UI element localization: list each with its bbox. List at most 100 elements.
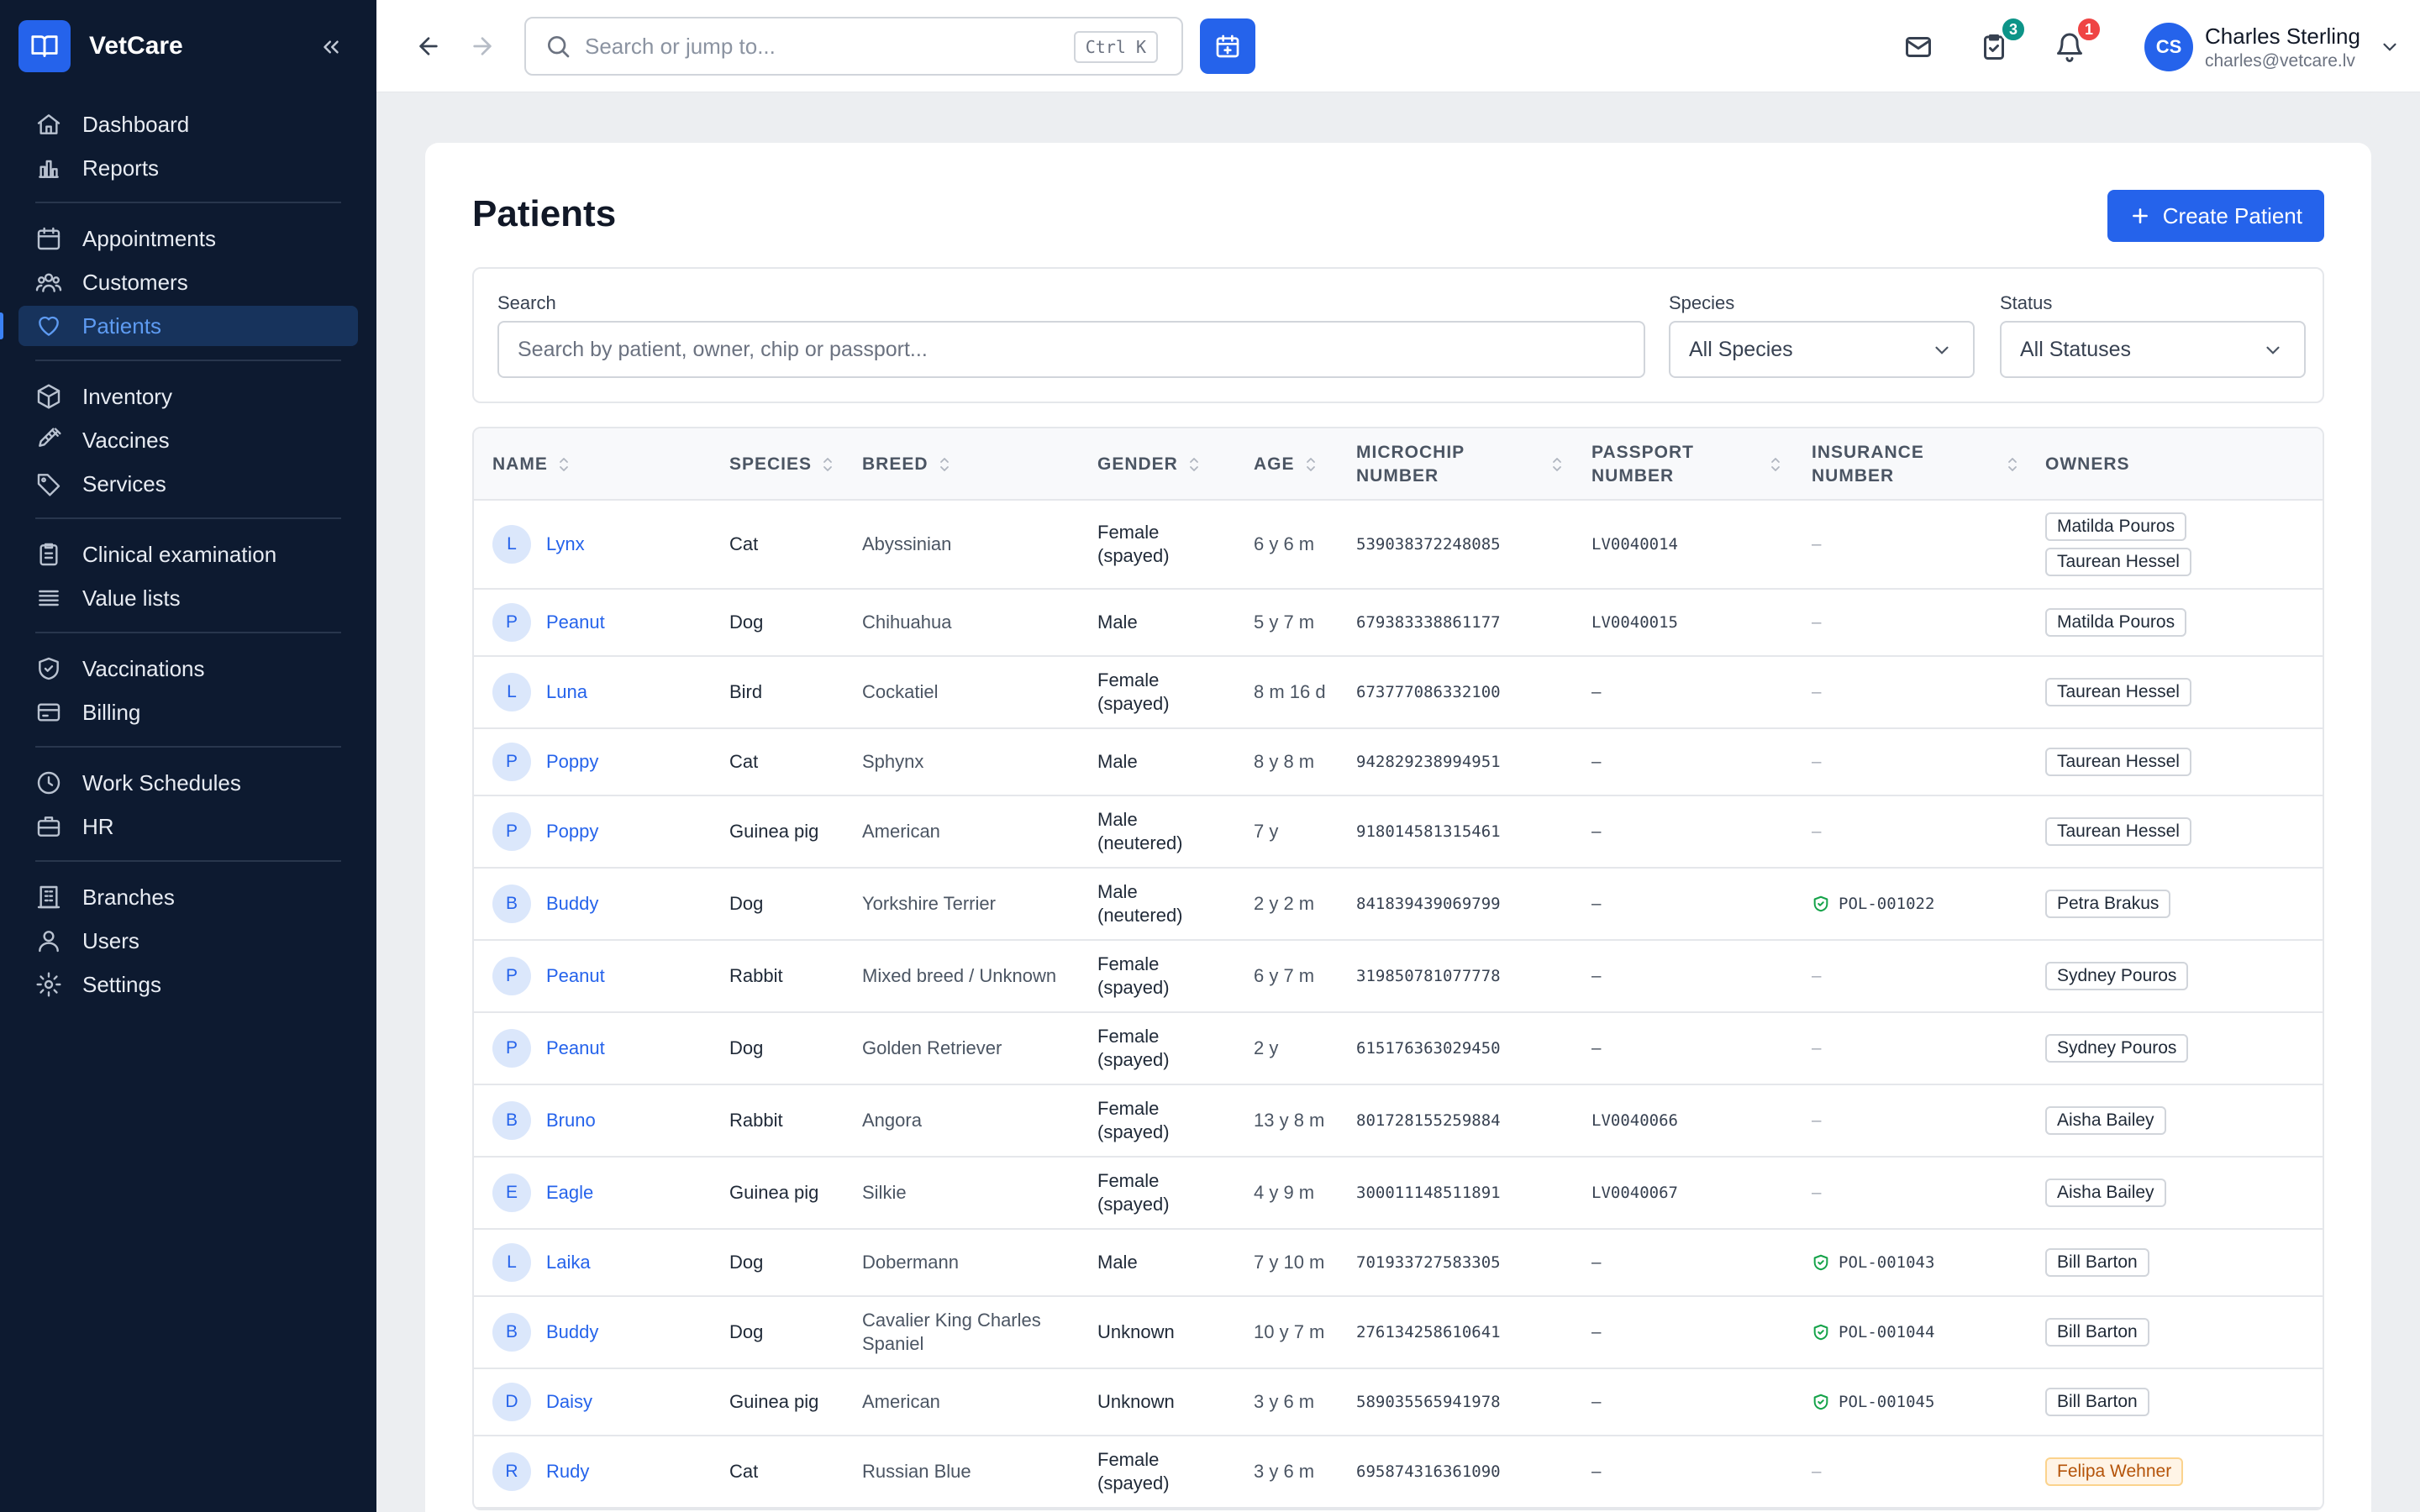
gender-cell: Male bbox=[1097, 751, 1138, 772]
species-cell: Dog bbox=[729, 612, 764, 633]
patient-name-link[interactable]: Bruno bbox=[546, 1109, 596, 1132]
tasks-button[interactable]: 3 bbox=[1975, 16, 2027, 66]
owner-chip[interactable]: Taurean Hessel bbox=[2045, 817, 2191, 846]
table-row[interactable]: P Poppy Cat Sphynx Male 8 y 8 m 94282923899495… bbox=[474, 729, 2323, 796]
filters-panel: Search Search by patient, owner, chip or… bbox=[472, 267, 2324, 403]
owner-chip[interactable]: Bill Barton bbox=[2045, 1388, 2149, 1416]
species-select[interactable]: All Species bbox=[1669, 321, 1975, 378]
plus-icon bbox=[2132, 208, 2148, 223]
patient-name-link[interactable]: Poppy bbox=[546, 750, 598, 774]
patient-search-input[interactable]: Search by patient, owner, chip or passpo… bbox=[497, 321, 1645, 378]
collapse-sidebar-button[interactable] bbox=[313, 29, 350, 66]
column-header-gender[interactable]: GENDER bbox=[1097, 428, 1249, 501]
table-row[interactable]: B Bruno Rabbit Angora Female (spayed) 13 y 8 … bbox=[474, 1085, 2323, 1158]
owners-cell: Bill Barton bbox=[2045, 1297, 2314, 1368]
patient-name-link[interactable]: Rudy bbox=[546, 1460, 589, 1483]
insurance-cell: — bbox=[1812, 796, 2030, 867]
user-menu[interactable]: CS Charles Sterling charles@vetcare.lv bbox=[2144, 22, 2401, 72]
patient-avatar: R bbox=[492, 1452, 531, 1491]
column-header-label: MICROCHIP NUMBER bbox=[1356, 443, 1465, 486]
owner-chip[interactable]: Taurean Hessel bbox=[2045, 748, 2191, 776]
table-row[interactable]: L Lynx Cat Abyssinian Female (spayed) 6 y 6 m… bbox=[474, 501, 2323, 590]
patient-name-link[interactable]: Lynx bbox=[546, 533, 585, 556]
patient-name-link[interactable]: Daisy bbox=[546, 1390, 592, 1414]
table-row[interactable]: P Peanut Dog Golden Retriever Female (spayed… bbox=[474, 1013, 2323, 1085]
sidebar-item-inventory[interactable]: Inventory bbox=[18, 376, 358, 417]
forward-button[interactable] bbox=[464, 28, 501, 65]
column-header-insurance[interactable]: INSURANCE NUMBER bbox=[1812, 428, 2030, 501]
sidebar-item-users[interactable]: Users bbox=[18, 921, 358, 961]
column-header-age[interactable]: AGE bbox=[1254, 428, 1355, 501]
notifications-button[interactable]: 1 bbox=[2050, 16, 2102, 66]
sidebar-item-billing[interactable]: Billing bbox=[18, 692, 358, 732]
patient-name-link[interactable]: Buddy bbox=[546, 892, 598, 916]
age-cell: 10 y 7 m bbox=[1254, 1321, 1325, 1342]
table-row[interactable]: E Eagle Guinea pig Silkie Female (spayed) 4 y… bbox=[474, 1158, 2323, 1230]
patient-name-link[interactable]: Buddy bbox=[546, 1320, 598, 1344]
insurance-cell: POL-001022 bbox=[1812, 869, 2030, 939]
sidebar-item-branches[interactable]: Branches bbox=[18, 877, 358, 917]
owner-chip[interactable]: Taurean Hessel bbox=[2045, 548, 2191, 576]
table-row[interactable]: L Laika Dog Dobermann Male 7 y 10 m 7019337275… bbox=[474, 1230, 2323, 1297]
owner-chip[interactable]: Matilda Pouros bbox=[2045, 512, 2187, 541]
sidebar-item-work-schedules[interactable]: Work Schedules bbox=[18, 763, 358, 803]
owner-chip[interactable]: Bill Barton bbox=[2045, 1318, 2149, 1347]
sort-icon bbox=[1553, 458, 1561, 471]
owner-chip[interactable]: Sydney Pouros bbox=[2045, 1034, 2189, 1063]
owner-chip[interactable]: Bill Barton bbox=[2045, 1248, 2149, 1277]
table-row[interactable]: P Peanut Dog Chihuahua Male 5 y 7 m 6793833388… bbox=[474, 590, 2323, 657]
sidebar-item-reports[interactable]: Reports bbox=[18, 148, 358, 188]
brand[interactable]: VetCare bbox=[18, 20, 183, 72]
sidebar-item-appointments[interactable]: Appointments bbox=[18, 218, 358, 259]
back-button[interactable] bbox=[410, 28, 447, 65]
sidebar: VetCare Dashboard Reports Appointments Cust… bbox=[0, 0, 376, 1512]
sidebar-item-services[interactable]: Services bbox=[18, 464, 358, 504]
table-row[interactable]: L Luna Bird Cockatiel Female (spayed) 8 m 16 … bbox=[474, 657, 2323, 729]
patient-name-link[interactable]: Peanut bbox=[546, 1037, 605, 1060]
create-patient-button[interactable]: Create Patient bbox=[2107, 190, 2324, 242]
calendar-button[interactable] bbox=[1200, 18, 1255, 74]
owner-chip[interactable]: Taurean Hessel bbox=[2045, 678, 2191, 706]
owner-chip[interactable]: Aisha Bailey bbox=[2045, 1179, 2166, 1207]
create-patient-label: Create Patient bbox=[2162, 202, 2302, 228]
column-header-name[interactable]: NAME bbox=[492, 428, 719, 501]
table-row[interactable]: B Buddy Dog Cavalier King Charles Spaniel Un… bbox=[474, 1297, 2323, 1369]
sidebar-item-dashboard[interactable]: Dashboard bbox=[18, 104, 358, 144]
owner-chip[interactable]: Petra Brakus bbox=[2045, 890, 2171, 918]
patient-name-link[interactable]: Poppy bbox=[546, 820, 598, 843]
sidebar-item-vaccinations[interactable]: Vaccinations bbox=[18, 648, 358, 689]
owner-chip[interactable]: Felipa Wehner bbox=[2045, 1457, 2184, 1486]
column-header-species[interactable]: SPECIES bbox=[729, 428, 855, 501]
sidebar-item-value-lists[interactable]: Value lists bbox=[18, 578, 358, 618]
sidebar-item-clinical-examination[interactable]: Clinical examination bbox=[18, 534, 358, 575]
owner-chip[interactable]: Sydney Pouros bbox=[2045, 962, 2189, 990]
table-row[interactable]: D Daisy Guinea pig American Unknown 3 y 6 m 58… bbox=[474, 1369, 2323, 1436]
patient-name-link[interactable]: Peanut bbox=[546, 611, 605, 634]
patient-name-link[interactable]: Laika bbox=[546, 1251, 591, 1274]
sidebar-item-vaccines[interactable]: Vaccines bbox=[18, 420, 358, 460]
owner-chip[interactable]: Aisha Bailey bbox=[2045, 1106, 2166, 1135]
table-row[interactable]: R Rudy Cat Russian Blue Female (spayed) 3 y 6… bbox=[474, 1436, 2323, 1509]
passport-cell: – bbox=[1591, 1393, 1602, 1411]
patient-name-link[interactable]: Luna bbox=[546, 680, 587, 704]
column-header-passport[interactable]: PASSPORT NUMBER bbox=[1591, 428, 1793, 501]
insurance-value: — bbox=[1812, 1184, 1822, 1202]
gender-cell: Female (spayed) bbox=[1097, 953, 1170, 998]
patients-card: Patients Create Patient Search Search by… bbox=[425, 143, 2371, 1512]
age-cell: 7 y 10 m bbox=[1254, 1252, 1325, 1273]
patient-name-link[interactable]: Peanut bbox=[546, 964, 605, 988]
patient-name-link[interactable]: Eagle bbox=[546, 1181, 593, 1205]
status-select[interactable]: All Statuses bbox=[2000, 321, 2306, 378]
sidebar-item-customers[interactable]: Customers bbox=[18, 262, 358, 302]
table-row[interactable]: P Peanut Rabbit Mixed breed / Unknown Female… bbox=[474, 941, 2323, 1013]
column-header-breed[interactable]: BREED bbox=[862, 428, 1089, 501]
sidebar-item-patients[interactable]: Patients bbox=[0, 306, 358, 346]
sidebar-item-settings[interactable]: Settings bbox=[18, 964, 358, 1005]
sidebar-item-hr[interactable]: HR bbox=[18, 806, 358, 847]
table-row[interactable]: B Buddy Dog Yorkshire Terrier Male (neutered… bbox=[474, 869, 2323, 941]
global-search-input[interactable]: Search or jump to... Ctrl K bbox=[524, 17, 1183, 76]
messages-button[interactable] bbox=[1899, 28, 1938, 66]
owner-chip[interactable]: Matilda Pouros bbox=[2045, 608, 2187, 637]
column-header-microchip[interactable]: MICROCHIP NUMBER bbox=[1356, 428, 1575, 501]
table-row[interactable]: P Poppy Guinea pig American Male (neutered) 7… bbox=[474, 796, 2323, 869]
